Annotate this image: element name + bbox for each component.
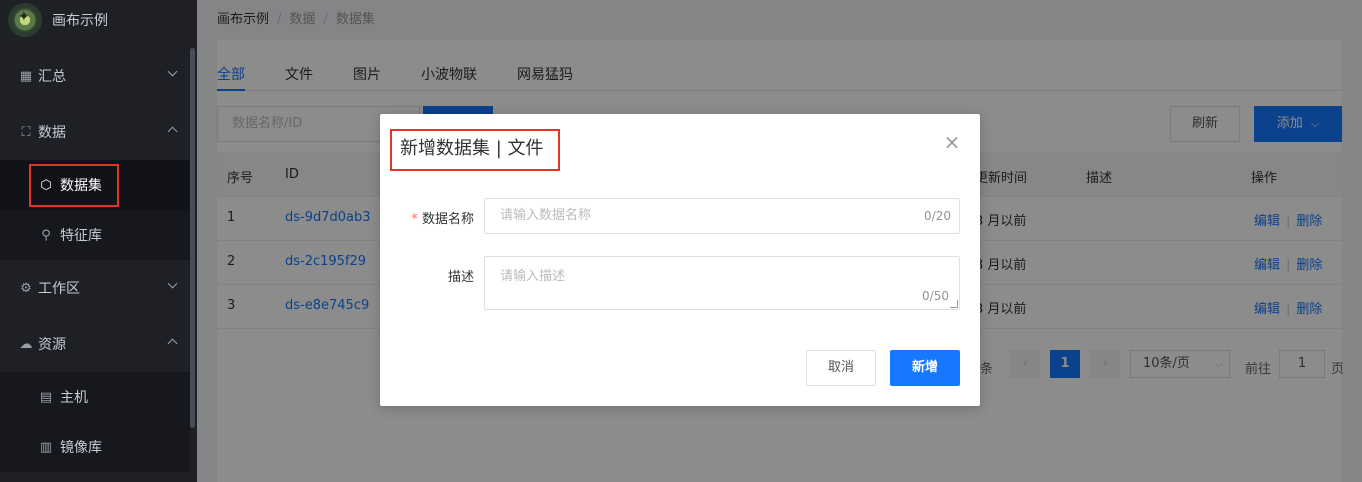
name-char-count: 0/20 (924, 209, 951, 223)
app-logo (8, 3, 42, 37)
sidebar-item-label: 主机 (60, 390, 88, 406)
description-textarea[interactable]: 请输入描述 0/50 (484, 256, 960, 310)
app-title: 画布示例 (52, 13, 108, 29)
sidebar-item-label: 镜像库 (60, 440, 102, 456)
dashboard-icon: ▦ (19, 68, 33, 84)
sidebar-group-resources[interactable]: ☁ 资源 (0, 316, 190, 372)
sidebar-group-workspace[interactable]: ⚙ 工作区 (0, 260, 190, 316)
sidebar-scrollbar[interactable] (190, 48, 195, 428)
chevron-down-icon (168, 280, 178, 290)
image-repo-icon: ▥ (39, 439, 53, 455)
sidebar-group-label: 资源 (38, 337, 66, 353)
desc-char-count: 0/50 (922, 289, 949, 303)
resize-handle-icon[interactable] (950, 300, 958, 308)
name-field-label: * 数据名称 (411, 212, 474, 227)
cancel-button[interactable]: 取消 (806, 350, 876, 386)
hierarchy-icon: ⛶ (21, 124, 31, 140)
highlight-box-sidebar (29, 164, 119, 207)
close-icon[interactable]: × (942, 132, 962, 152)
features-icon: ⚲ (41, 227, 51, 243)
name-placeholder: 请输入数据名称 (500, 208, 592, 223)
sidebar-item-images[interactable]: ▥ 镜像库 (0, 422, 190, 472)
sidebar-group-summary[interactable]: ▦ 汇总 (0, 48, 190, 104)
sidebar-item-features[interactable]: ⚲ 特征库 (0, 210, 190, 260)
required-asterisk: * (411, 212, 418, 227)
sidebar-item-hosts[interactable]: ▤ 主机 (0, 372, 190, 422)
sidebar-group-label: 汇总 (38, 69, 66, 85)
sidebar-group-label: 工作区 (38, 281, 80, 297)
desc-field-label: 描述 (447, 270, 474, 285)
chevron-up-icon (168, 124, 178, 134)
cloud-icon: ☁ (19, 336, 33, 352)
chevron-down-icon (168, 68, 178, 78)
sidebar-group-data[interactable]: ⛶ 数据 (0, 104, 190, 160)
desc-placeholder: 请输入描述 (500, 269, 566, 284)
sidebar-item-label: 特征库 (60, 228, 102, 244)
chevron-up-icon (168, 336, 178, 346)
sidebar: 画布示例 ▦ 汇总 ⛶ 数据 ⬡ 数据集 ⚲ 特征库 ⚙ 工作区 ☁ 资源 ▤ … (0, 0, 197, 482)
highlight-box-title (390, 129, 560, 171)
sidebar-group-label: 数据 (38, 125, 66, 141)
new-dataset-dialog: 新增数据集 | 文件 × * 数据名称 请输入数据名称 0/20 描述 请输入描述… (380, 114, 980, 406)
server-icon: ▤ (39, 389, 53, 405)
dataset-name-input[interactable]: 请输入数据名称 0/20 (484, 198, 960, 234)
gear-icon: ⚙ (20, 280, 32, 296)
app-header: 画布示例 (0, 0, 197, 40)
submit-button[interactable]: 新增 (890, 350, 960, 386)
